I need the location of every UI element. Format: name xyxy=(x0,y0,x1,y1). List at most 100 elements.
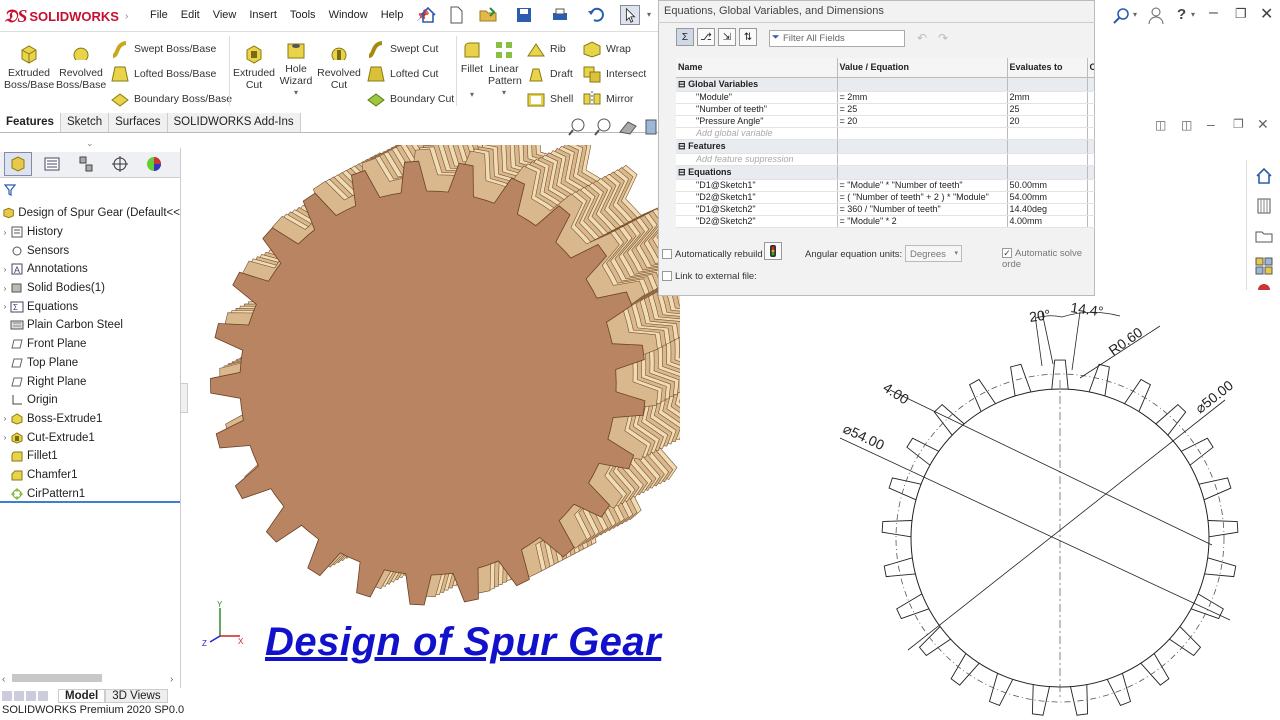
new-document-icon[interactable] xyxy=(446,5,466,25)
cell-name[interactable]: "Module" xyxy=(676,91,838,104)
home-icon[interactable] xyxy=(1254,166,1274,186)
expand-icon[interactable]: › xyxy=(0,433,10,442)
solidworks-logo[interactable]: 𝔇S SOLIDWORKS › xyxy=(4,4,128,28)
panel-splitter[interactable] xyxy=(180,383,188,413)
restore-icon[interactable]: ❐ xyxy=(1233,117,1244,131)
home-icon[interactable] xyxy=(418,5,438,25)
column-header-name[interactable]: Name xyxy=(676,58,838,78)
user-icon[interactable] xyxy=(1147,6,1165,26)
menu-help[interactable]: Help xyxy=(381,9,404,22)
tree-item-cut-extrude1[interactable]: › Cut-Extrude1 xyxy=(0,428,180,447)
dimension-view-button[interactable]: ⇲ xyxy=(718,28,736,46)
cell-name[interactable]: "Number of teeth" xyxy=(676,103,838,116)
link-external-checkbox[interactable]: Link to external file: xyxy=(662,271,757,282)
minimize-icon[interactable]: – xyxy=(1207,116,1215,132)
tab-addins[interactable]: SOLIDWORKS Add-Ins xyxy=(167,113,301,132)
equation-view-button[interactable]: Σ xyxy=(676,28,694,46)
dim-d54-label[interactable]: ⌀54.00 xyxy=(841,420,887,453)
tree-item-top-plane[interactable]: Top Plane xyxy=(0,354,180,373)
cell-value[interactable]: = 20 xyxy=(837,115,1008,128)
expand-icon[interactable]: › xyxy=(0,265,10,274)
fillet-button[interactable]: Fillet ▾ xyxy=(458,40,486,101)
table-row[interactable]: "D2@Sketch1" = ( "Number of teeth" + 2 ) … xyxy=(676,191,1095,204)
feature-tree-tab[interactable] xyxy=(4,152,32,176)
menu-edit[interactable]: Edit xyxy=(181,9,200,22)
tree-item-fillet1[interactable]: Fillet1 xyxy=(0,447,180,466)
tab-navigation-icon[interactable] xyxy=(0,690,58,702)
cell-value[interactable]: = 360 / "Number of teeth" xyxy=(837,203,1008,216)
tab-surfaces[interactable]: Surfaces xyxy=(109,113,168,132)
cell-value[interactable]: = "Module" * "Number of teeth" xyxy=(837,179,1008,192)
cell-value[interactable]: = ( "Number of teeth" + 2 ) * "Module" xyxy=(837,191,1008,204)
configuration-manager-tab[interactable] xyxy=(72,152,100,176)
boundary-boss-button[interactable]: Boundary Boss/Base xyxy=(110,90,232,108)
expand-icon[interactable]: › xyxy=(0,302,10,311)
display-manager-tab[interactable] xyxy=(140,152,168,176)
dim-14-4-label[interactable]: 14.4° xyxy=(1070,299,1105,319)
table-row[interactable]: "Number of teeth" = 25 25 xyxy=(676,103,1095,116)
swept-boss-button[interactable]: Swept Boss/Base xyxy=(110,40,216,58)
cell-name[interactable]: "D1@Sketch1" xyxy=(676,179,838,192)
tile-right-icon[interactable]: ◫ xyxy=(1181,118,1192,132)
property-manager-tab[interactable] xyxy=(38,152,66,176)
revolved-cut-button[interactable]: Revolved Cut xyxy=(316,42,362,91)
gear-3d-model[interactable] xyxy=(200,145,680,615)
tree-item-material[interactable]: Plain Carbon Steel xyxy=(0,316,180,335)
intersect-button[interactable]: Intersect xyxy=(582,65,646,83)
undo-icon[interactable] xyxy=(586,5,606,25)
filter-input[interactable]: ⏷ Filter All Fields xyxy=(769,30,905,47)
expand-icon[interactable]: › xyxy=(0,414,10,423)
boundary-cut-button[interactable]: Boundary Cut xyxy=(366,90,454,108)
shell-button[interactable]: Shell xyxy=(526,90,573,108)
open-folder-icon[interactable] xyxy=(478,5,498,25)
checkbox[interactable] xyxy=(1002,248,1012,259)
tile-left-icon[interactable]: ◫ xyxy=(1155,118,1166,132)
wrap-button[interactable]: Wrap xyxy=(582,40,631,58)
cell-value[interactable]: = 2mm xyxy=(837,91,1008,104)
cell-name[interactable]: "D2@Sketch2" xyxy=(676,215,838,228)
dim-r060-label[interactable]: R0.60 xyxy=(1106,324,1146,359)
checkbox[interactable] xyxy=(662,249,672,260)
select-cursor-icon[interactable] xyxy=(620,5,640,25)
section-features[interactable]: ⊟ Features xyxy=(676,139,1095,154)
view-palette-icon[interactable] xyxy=(1254,256,1274,276)
dim-d50-label[interactable]: ⌀50.00 xyxy=(1192,377,1236,416)
search-dropdown-icon[interactable]: ▾ xyxy=(1133,10,1137,19)
tab-features[interactable]: Features xyxy=(0,113,61,132)
cell-name[interactable]: "Pressure Angle" xyxy=(676,115,838,128)
table-row[interactable]: "D2@Sketch2" = "Module" * 2 4.00mm xyxy=(676,215,1095,228)
help-dropdown-icon[interactable]: ▾ xyxy=(1191,10,1195,19)
rollback-bar[interactable] xyxy=(0,501,180,503)
print-icon[interactable] xyxy=(550,5,570,25)
previous-view-icon[interactable] xyxy=(619,121,637,135)
zoom-to-fit-icon[interactable] xyxy=(568,118,585,136)
extruded-cut-button[interactable]: Extruded Cut xyxy=(232,42,276,91)
minimize-icon[interactable]: – xyxy=(1209,4,1218,22)
table-row[interactable]: "Pressure Angle" = 20 20 xyxy=(676,115,1095,128)
section-equations[interactable]: ⊟ Equations xyxy=(676,165,1095,180)
tree-item-chamfer1[interactable]: Chamfer1 xyxy=(0,466,180,485)
zoom-area-icon[interactable] xyxy=(594,118,611,136)
panel-grip-icon[interactable]: ⌄ xyxy=(86,138,94,149)
swept-cut-button[interactable]: Swept Cut xyxy=(366,40,438,58)
save-icon[interactable] xyxy=(514,5,534,25)
tree-item-solid-bodies[interactable]: › Solid Bodies(1) xyxy=(0,279,180,298)
column-header-value[interactable]: Value / Equation xyxy=(837,58,1008,78)
more-icon[interactable]: ▾ xyxy=(647,10,651,19)
table-row[interactable]: "D1@Sketch1" = "Module" * "Number of teet… xyxy=(676,179,1095,192)
cell-value[interactable]: = "Module" * 2 xyxy=(837,215,1008,228)
file-explorer-icon[interactable] xyxy=(1254,226,1274,246)
tree-item-front-plane[interactable]: Front Plane xyxy=(0,335,180,354)
auto-rebuild-checkbox[interactable]: Automatically rebuild xyxy=(662,249,763,260)
expand-icon[interactable]: › xyxy=(0,284,10,293)
add-feature-placeholder[interactable]: Add feature suppression xyxy=(676,153,838,166)
lofted-boss-button[interactable]: Lofted Boss/Base xyxy=(110,65,216,83)
tree-item-annotations[interactable]: › A Annotations xyxy=(0,260,180,279)
tree-item-equations[interactable]: › Σ Equations xyxy=(0,297,180,316)
menu-window[interactable]: Window xyxy=(329,9,368,22)
dimxpert-tab[interactable] xyxy=(106,152,134,176)
undo-icon[interactable]: ↶ xyxy=(917,31,927,45)
design-library-icon[interactable] xyxy=(1254,196,1274,216)
section-global-variables[interactable]: ⊟ Global Variables xyxy=(676,77,1095,92)
revolved-boss-button[interactable]: Revolved Boss/Base xyxy=(56,42,106,91)
